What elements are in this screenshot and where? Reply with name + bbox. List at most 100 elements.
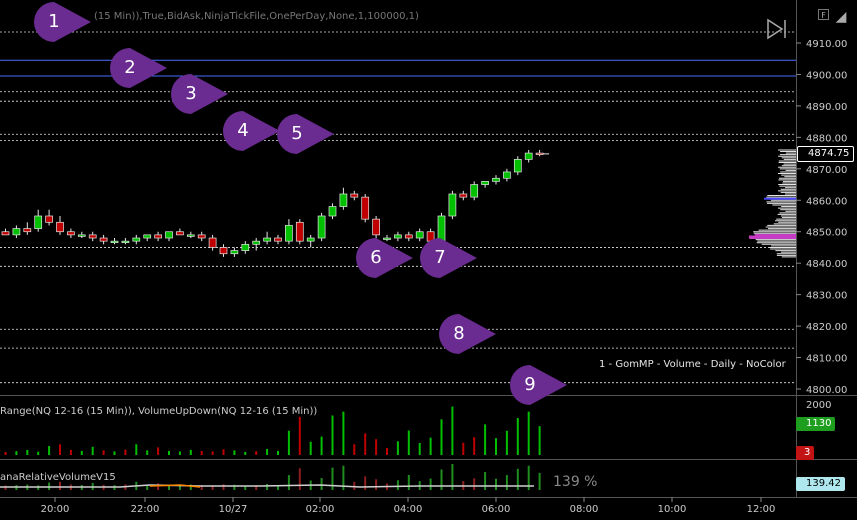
- relvol-bar: [484, 472, 487, 490]
- candle-body: [263, 237, 271, 242]
- relvol-bar: [429, 478, 432, 490]
- volume-bar: [15, 451, 18, 455]
- price-tick-label: 4850.00: [806, 228, 847, 239]
- volume-bar: [320, 436, 323, 455]
- volume-bar: [233, 450, 236, 455]
- candle-body: [361, 196, 370, 220]
- relvol-percent: 139 %: [553, 474, 598, 490]
- relvol-bar: [375, 479, 378, 490]
- relvol-bar: [495, 478, 497, 490]
- volume-bar: [266, 448, 269, 455]
- callout-marker-5: 5: [274, 113, 336, 155]
- relvol-panel-title: anaRelativeVolumeV15: [0, 472, 116, 483]
- volume-bar: [48, 446, 51, 455]
- relvol-bar: [287, 475, 290, 490]
- volume-bar: [331, 415, 334, 455]
- candle-body: [372, 218, 380, 236]
- volume-bar: [244, 451, 247, 455]
- candle-body: [110, 240, 119, 244]
- candle-body: [197, 234, 206, 239]
- volume-bar: [4, 451, 7, 455]
- relvol-bar: [473, 478, 476, 490]
- time-tick-label: 06:00: [482, 504, 511, 515]
- price-tick-label: 4800.00: [806, 385, 847, 396]
- volume-bar: [200, 450, 203, 455]
- price-tick-label: 4840.00: [806, 259, 847, 270]
- candle-body: [481, 181, 489, 185]
- f-button[interactable]: F: [818, 9, 829, 20]
- last-price-badge: 4874.75: [797, 146, 855, 162]
- candle-body: [88, 234, 97, 239]
- volume-bar: [255, 451, 258, 455]
- time-tick-label: 12:00: [747, 504, 776, 515]
- volume-bar: [407, 430, 410, 455]
- volume-bar: [277, 450, 279, 455]
- relvol-bar: [505, 475, 508, 490]
- volume-bar: [168, 450, 170, 455]
- volume-bar: [178, 451, 181, 455]
- price-tick-label: 4860.00: [806, 196, 847, 207]
- volume-bar: [473, 437, 476, 455]
- volume-bar: [124, 449, 127, 455]
- volume-bar: [157, 447, 160, 455]
- candle-body: [45, 215, 53, 223]
- volume-panel-title: Range(NQ 12-16 (15 Min)), VolumeUpDown(N…: [0, 406, 317, 417]
- volume-bar: [538, 426, 541, 455]
- time-tick-label: 10:00: [658, 504, 687, 515]
- candle-body: [350, 193, 359, 198]
- volume-bar: [287, 430, 290, 455]
- candle-body: [339, 193, 348, 207]
- volume-bar: [146, 450, 149, 455]
- candle-body: [1, 231, 10, 236]
- volume-bar: [495, 438, 497, 455]
- skip-to-end-icon[interactable]: [765, 18, 789, 40]
- candle-body: [12, 228, 21, 236]
- volume-small-badge: 3: [796, 446, 815, 460]
- candle-body: [121, 240, 130, 244]
- time-tick-label: 22:00: [131, 504, 160, 515]
- volume-bar: [91, 446, 94, 455]
- volume-bar: [135, 444, 138, 455]
- candle-body: [328, 206, 337, 217]
- price-tick-label: 4910.00: [806, 39, 847, 50]
- candle-body: [306, 237, 315, 242]
- price-axis-ticks: 4910.00 4900.00 4890.00 4880.00 4870.00 4860.…: [796, 39, 847, 396]
- candle-body: [208, 237, 217, 248]
- callout-marker-6: 6: [353, 237, 415, 279]
- volume-bar: [59, 444, 61, 455]
- candle-body: [470, 184, 479, 198]
- relvol-bar: [157, 483, 160, 490]
- volume-bar: [342, 411, 345, 455]
- candle-body: [154, 234, 162, 239]
- volume-bar: [429, 437, 432, 455]
- candle-body: [513, 159, 522, 173]
- volume-bar: [353, 444, 356, 455]
- candle-body: [23, 228, 32, 233]
- relvol-bar: [364, 476, 367, 490]
- volume-bar: [298, 416, 301, 455]
- candle-body: [274, 237, 282, 242]
- corner-arrow-button[interactable]: ◢: [831, 7, 851, 27]
- volume-bar: [26, 449, 29, 455]
- candle-body: [535, 152, 544, 155]
- time-tick-label: 08:00: [570, 504, 599, 515]
- relvol-bar: [396, 480, 399, 490]
- candle-body: [503, 171, 511, 179]
- volume-bar: [505, 430, 508, 455]
- time-tick-label: 04:00: [394, 504, 423, 515]
- main-series-header: (15 Min)),True,BidAsk,NinjaTickFile,OneP…: [94, 11, 419, 22]
- candle-body: [317, 215, 326, 239]
- volume-bar: [102, 450, 105, 455]
- time-tick-label: 20:00: [41, 504, 70, 515]
- time-tick-label: 10/27: [219, 504, 248, 515]
- relvol-value-badge: 139.42: [796, 477, 845, 491]
- relvol-bar: [331, 467, 334, 490]
- price-tick-label: 4880.00: [806, 133, 847, 144]
- candle-body: [492, 177, 500, 182]
- volume-bar: [462, 442, 465, 455]
- candle-body: [186, 234, 195, 237]
- time-tick-label: 02:00: [306, 504, 335, 515]
- volume-bar: [451, 406, 454, 455]
- volume-bar: [386, 447, 388, 455]
- volume-bar: [375, 439, 378, 455]
